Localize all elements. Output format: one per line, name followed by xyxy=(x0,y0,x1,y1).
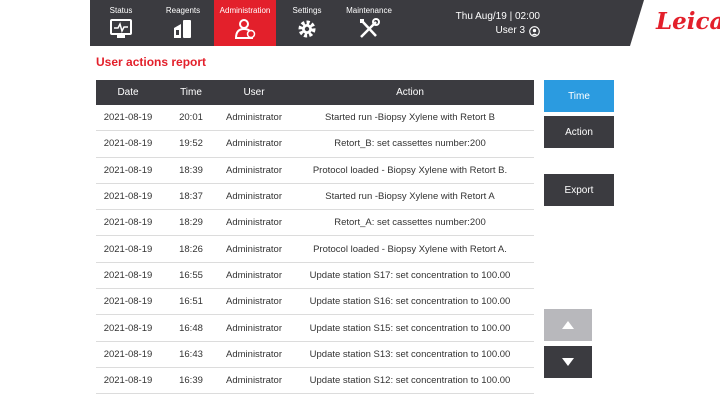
tab-status-label: Status xyxy=(109,6,133,15)
cell-time: 19:52 xyxy=(179,138,203,150)
cell-date: 2021-08-19 xyxy=(103,322,153,334)
cell-user: Administrator xyxy=(226,322,282,334)
tab-settings-label: Settings xyxy=(292,6,322,15)
cell-user: Administrator xyxy=(226,243,282,255)
gear-icon xyxy=(298,20,316,38)
cell-date: 2021-08-19 xyxy=(103,191,153,203)
scroll-up-button[interactable] xyxy=(544,309,592,341)
sort-by-action-button[interactable]: Action xyxy=(544,116,614,148)
cell-action: Retort_B: set cassettes number:200 xyxy=(334,138,486,150)
tab-status[interactable]: Status xyxy=(90,0,152,46)
tab-reagents-label: Reagents xyxy=(165,6,201,15)
column-header-time: Time xyxy=(180,87,202,98)
cell-time: 18:26 xyxy=(179,243,203,255)
cell-user: Administrator xyxy=(226,296,282,308)
page-title: User actions report xyxy=(96,55,207,69)
cell-user: Administrator xyxy=(226,269,282,281)
cell-date: 2021-08-19 xyxy=(103,348,153,360)
cell-user: Administrator xyxy=(226,164,282,176)
tab-maintenance[interactable]: Maintenance xyxy=(338,0,400,46)
column-header-user: User xyxy=(243,87,265,98)
cell-time: 16:48 xyxy=(179,322,203,334)
table-row[interactable]: 2021-08-19 18:26 Administrator Protocol loa… xyxy=(96,236,534,263)
cell-date: 2021-08-19 xyxy=(103,164,153,176)
cell-date: 2021-08-19 xyxy=(103,296,153,308)
cell-date: 2021-08-19 xyxy=(103,138,153,150)
cell-date: 2021-08-19 xyxy=(103,217,153,229)
reagent-bottle-icon xyxy=(174,20,191,38)
table-row[interactable]: 2021-08-19 16:43 Administrator Update stati… xyxy=(96,342,534,368)
table-row[interactable]: 2021-08-19 18:37 Administrator Started run … xyxy=(96,184,534,211)
table-row[interactable]: 2021-08-19 18:29 Administrator Retort_A: se… xyxy=(96,210,534,237)
cell-action: Retort_A: set cassettes number:200 xyxy=(334,217,486,229)
status-monitor-icon xyxy=(110,19,132,38)
current-user[interactable]: User 3 xyxy=(456,24,540,38)
table-row[interactable]: 2021-08-19 18:39 Administrator Protocol loa… xyxy=(96,158,534,184)
cell-time: 16:43 xyxy=(179,348,203,360)
cell-action: Started run -Biopsy Xylene with Retort B xyxy=(324,112,496,124)
table-body[interactable]: 2021-08-19 20:01 Administrator Started run … xyxy=(96,105,534,395)
admin-users-icon xyxy=(234,19,256,39)
cell-action: Protocol loaded - Biopsy Xylene with Ret… xyxy=(312,164,508,176)
sort-by-time-button[interactable]: Time xyxy=(544,80,614,112)
cell-action: Update station S13: set concentration to… xyxy=(309,348,511,360)
tab-administration[interactable]: Administration xyxy=(214,0,276,46)
table-row[interactable]: 2021-08-19 16:55 Administrator Update stati… xyxy=(96,263,534,290)
cell-time: 20:01 xyxy=(179,112,203,124)
user-label: User 3 xyxy=(495,25,525,36)
cell-action: Started run -Biopsy Xylene with Retort A xyxy=(325,191,495,203)
cell-user: Administrator xyxy=(226,112,282,124)
tab-maintenance-label: Maintenance xyxy=(346,6,392,15)
cell-action: Update station S17: set concentration to… xyxy=(309,269,511,281)
cell-user: Administrator xyxy=(226,138,282,150)
tab-settings[interactable]: Settings xyxy=(276,0,338,46)
cell-time: 18:39 xyxy=(179,164,203,176)
cell-action: Update station S12: set concentration to… xyxy=(309,375,511,387)
cell-action: Update station S16: set concentration to… xyxy=(309,296,511,308)
tab-administration-label: Administration xyxy=(219,6,271,15)
datetime-user-block: Thu Aug/19 | 02:00 User 3 xyxy=(456,10,540,38)
table-row[interactable]: 2021-08-19 16:48 Administrator Update stati… xyxy=(96,315,534,342)
scroll-down-button[interactable] xyxy=(544,346,592,378)
datetime-label: Thu Aug/19 | 02:00 xyxy=(455,11,540,22)
cell-user: Administrator xyxy=(226,348,282,360)
arrow-down-icon xyxy=(562,358,574,366)
logo-text: Leica xyxy=(656,8,720,35)
user-avatar-icon xyxy=(529,25,540,37)
table-header: Date Time User Action xyxy=(96,80,534,105)
wrench-screwdriver-icon xyxy=(360,18,380,38)
cell-date: 2021-08-19 xyxy=(103,112,153,124)
column-header-action: Action xyxy=(396,87,424,98)
column-header-date: Date xyxy=(117,87,139,98)
export-button[interactable]: Export xyxy=(544,174,614,206)
cell-date: 2021-08-19 xyxy=(103,269,153,281)
table-row[interactable]: 2021-08-19 20:01 Administrator Started run … xyxy=(96,105,534,132)
cell-time: 18:37 xyxy=(179,191,203,203)
cell-action: Protocol loaded - Biopsy Xylene with Ret… xyxy=(313,243,507,255)
cell-time: 16:39 xyxy=(179,375,203,387)
cell-user: Administrator xyxy=(226,217,282,229)
user-actions-table: Date Time User Action 2021-08-19 20:01 Adm… xyxy=(96,80,534,395)
cell-user: Administrator xyxy=(226,375,282,387)
cell-date: 2021-08-19 xyxy=(103,375,153,387)
table-row[interactable]: 2021-08-19 16:51 Administrator Update stati… xyxy=(96,289,534,316)
cell-time: 16:51 xyxy=(179,296,203,308)
cell-action: Update station S15: set concentration to… xyxy=(309,322,511,334)
table-row[interactable]: 2021-08-19 19:52 Administrator Retort_B: se… xyxy=(96,131,534,158)
cell-time: 16:55 xyxy=(179,269,203,281)
arrow-up-icon xyxy=(562,321,574,329)
table-row[interactable]: 2021-08-19 16:39 Administrator Update stati… xyxy=(96,368,534,395)
top-navigation-bar: Status Reagents Administration Settings xyxy=(90,0,720,46)
leica-logo: Leica xyxy=(630,0,720,46)
cell-date: 2021-08-19 xyxy=(103,243,153,255)
tab-reagents[interactable]: Reagents xyxy=(152,0,214,46)
cell-user: Administrator xyxy=(226,191,282,203)
cell-time: 18:29 xyxy=(179,217,203,229)
